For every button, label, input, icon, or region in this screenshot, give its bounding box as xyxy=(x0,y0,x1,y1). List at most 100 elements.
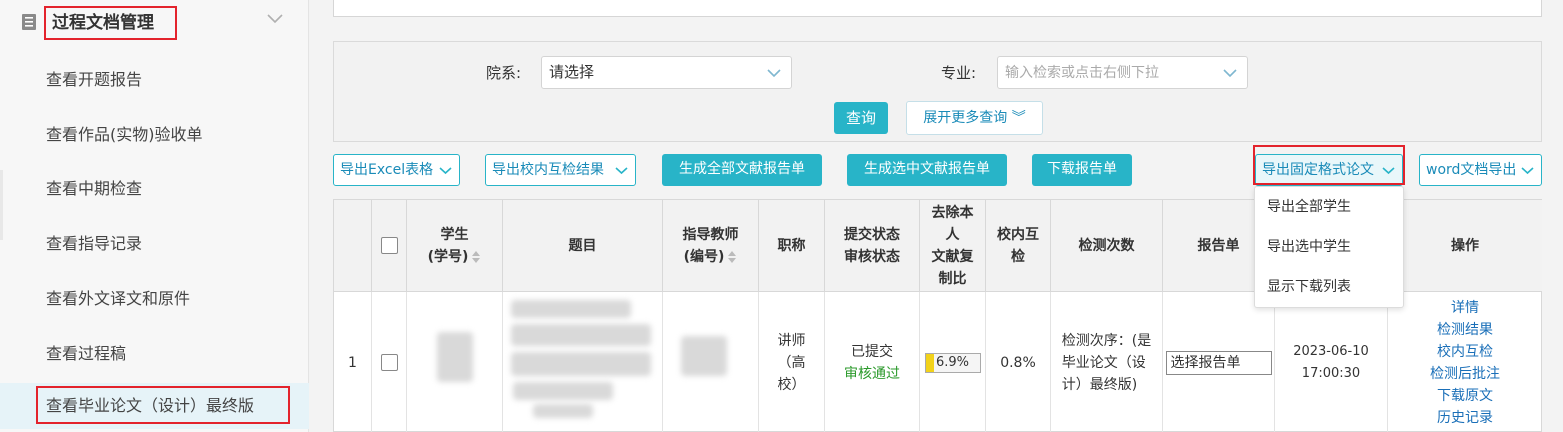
chevron-down-icon xyxy=(615,167,628,175)
advisor-header-text: 指导教师 (编号) xyxy=(683,224,739,268)
action-check-result-link[interactable]: 检测结果 xyxy=(1430,319,1500,341)
sort-icon[interactable] xyxy=(727,250,737,264)
sidebar-item-acceptance[interactable]: 查看作品(实物)验收单 xyxy=(0,112,309,158)
sort-icon[interactable] xyxy=(471,250,481,264)
check-line: 毕业论文（设 xyxy=(1061,354,1146,371)
dropdown-item-export-selected[interactable]: 导出选中学生 xyxy=(1255,227,1405,267)
row-select-cell xyxy=(372,292,407,432)
document-icon xyxy=(22,14,36,30)
export-campus-check-button[interactable]: 导出校内互检结果 xyxy=(485,154,636,186)
table-header-dup-ratio: 去除本人文献复 制比 xyxy=(920,200,986,292)
redacted-title xyxy=(511,352,651,376)
chevron-down-icon xyxy=(1521,167,1534,175)
generate-all-report-button[interactable]: 生成全部文献报告单 xyxy=(662,154,822,186)
department-label: 院系: xyxy=(486,64,522,82)
sidebar-item-label: 查看过程稿 xyxy=(46,344,127,363)
chevron-down-icon[interactable] xyxy=(1223,68,1237,78)
row-actions-cell: 详情 检测结果 校内互检 检测后批注 下载原文 历史记录 xyxy=(1388,292,1542,432)
action-detail-link[interactable]: 详情 xyxy=(1430,297,1500,319)
dup-ratio-text: 6.9% xyxy=(935,354,970,370)
sidebar-item-final-thesis[interactable]: 查看毕业论文（设计）最终版 xyxy=(0,383,309,429)
sidebar-item-guidance[interactable]: 查看指导记录 xyxy=(0,221,309,267)
sidebar: 过程文档管理 查看开题报告 查看作品(实物)验收单 查看中期检查 查看指导记录 … xyxy=(0,0,309,432)
student-header-line: 学生 xyxy=(440,226,469,243)
status-header-line: 审核状态 xyxy=(844,248,900,265)
export-fixed-format-button[interactable]: 导出固定格式论文 xyxy=(1255,154,1403,186)
dup-ratio-bar: 6.9% xyxy=(924,352,981,373)
submit-status: 已提交 xyxy=(851,343,893,360)
action-download-original-link[interactable]: 下载原文 xyxy=(1430,385,1500,407)
row-time: 17:00:30 xyxy=(1301,365,1361,381)
export-excel-button[interactable]: 导出Excel表格 xyxy=(333,154,460,186)
table-header-advisor[interactable]: 指导教师 (编号) xyxy=(663,200,759,292)
table-header-title: 题目 xyxy=(503,200,663,292)
download-report-button[interactable]: 下载报告单 xyxy=(1032,154,1132,186)
major-label: 专业: xyxy=(941,64,977,82)
generate-selected-report-button[interactable]: 生成选中文献报告单 xyxy=(847,154,1007,186)
filter-panel: 院系: 请选择 专业: 输入检索或点击右侧下拉 查询 展开更多查询 ︾ xyxy=(333,41,1542,142)
sidebar-item-midterm[interactable]: 查看中期检查 xyxy=(0,166,309,212)
check-line: 检测次序：(是 xyxy=(1061,332,1152,349)
row-checkbox[interactable] xyxy=(380,354,398,371)
row-title-cell xyxy=(503,292,663,432)
rank-line: 讲师 xyxy=(777,332,806,349)
row-time-cell: 2023-06-10 17:00:30 xyxy=(1275,292,1388,432)
table-header-campus-check: 校内互检 xyxy=(986,200,1051,292)
query-button[interactable]: 查询 xyxy=(834,102,888,134)
row-check-count-cell: 检测次序：(是 毕业论文（设 计）最终版) xyxy=(1051,292,1163,432)
row-student-cell xyxy=(407,292,503,432)
row-campus-cell: 0.8% xyxy=(986,292,1051,432)
word-export-button[interactable]: word文档导出 xyxy=(1419,154,1542,186)
sidebar-item-draft[interactable]: 查看过程稿 xyxy=(0,331,309,377)
department-select[interactable]: 请选择 xyxy=(541,56,792,89)
table-header-student[interactable]: 学生 (学号) xyxy=(407,200,503,292)
export-campus-check-label: 导出校内互检结果 xyxy=(492,162,604,178)
rank-line: 校） xyxy=(777,376,806,393)
top-panel xyxy=(333,0,1542,17)
student-header-line: (学号) xyxy=(427,248,469,265)
export-fixed-format-dropdown: 导出全部学生 导出选中学生 显示下载列表 xyxy=(1254,186,1404,308)
select-all-checkbox[interactable] xyxy=(380,237,398,254)
report-select[interactable]: 选择报告单 xyxy=(1165,350,1272,375)
chevron-down-icon[interactable] xyxy=(266,12,284,26)
table-header-index xyxy=(334,200,372,292)
chevron-down-icon xyxy=(767,69,781,78)
sidebar-item-label: 查看外文译文和原件 xyxy=(46,289,191,308)
dup-header-line: 制比 xyxy=(938,270,967,287)
sidebar-item-label: 查看中期检查 xyxy=(46,179,143,198)
dup-ratio-fill xyxy=(925,353,934,372)
row-dup-cell: 6.9% xyxy=(920,292,986,432)
row-date: 2023-06-10 xyxy=(1293,343,1369,359)
dropdown-item-download-list[interactable]: 显示下载列表 xyxy=(1255,267,1405,307)
sidebar-group-header[interactable]: 过程文档管理 xyxy=(0,0,309,46)
row-advisor-cell xyxy=(663,292,759,432)
table-header-actions: 操作 xyxy=(1388,200,1542,292)
review-status: 审核通过 xyxy=(844,365,900,382)
row-report-cell: 选择报告单 xyxy=(1163,292,1275,432)
advisor-header-line: 指导教师 xyxy=(682,226,739,243)
major-input[interactable]: 输入检索或点击右侧下拉 xyxy=(997,56,1248,89)
dup-header-line: 去除本 xyxy=(931,204,974,221)
dropdown-item-export-all[interactable]: 导出全部学生 xyxy=(1255,187,1405,227)
sidebar-group-title: 过程文档管理 xyxy=(44,6,177,40)
table-header-status: 提交状态 审核状态 xyxy=(825,200,920,292)
expand-more-query-button[interactable]: 展开更多查询 ︾ xyxy=(906,101,1043,135)
redacted-title xyxy=(511,300,631,318)
sidebar-item-label: 查看作品(实物)验收单 xyxy=(46,125,203,144)
action-campus-check-link[interactable]: 校内互检 xyxy=(1430,341,1500,363)
export-fixed-format-label: 导出固定格式论文 xyxy=(1262,162,1374,178)
campus-header-line: 校内互 xyxy=(997,226,1039,243)
action-annotate-link[interactable]: 检测后批注 xyxy=(1430,363,1500,385)
sidebar-item-proposal[interactable]: 查看开题报告 xyxy=(0,57,309,103)
row-index: 1 xyxy=(334,292,372,432)
row-rank-cell: 讲师 （高 校） xyxy=(759,292,825,432)
action-history-link[interactable]: 历史记录 xyxy=(1430,407,1500,429)
check-line: 计）最终版) xyxy=(1061,376,1138,393)
sidebar-item-translation[interactable]: 查看外文译文和原件 xyxy=(0,276,309,322)
table-header-select xyxy=(372,200,407,292)
redacted-student xyxy=(437,332,473,382)
redacted-title xyxy=(533,404,593,418)
redacted-title xyxy=(511,324,651,346)
dup-header-line: 文献复 xyxy=(931,248,974,265)
chevron-down-icon xyxy=(1382,167,1395,175)
